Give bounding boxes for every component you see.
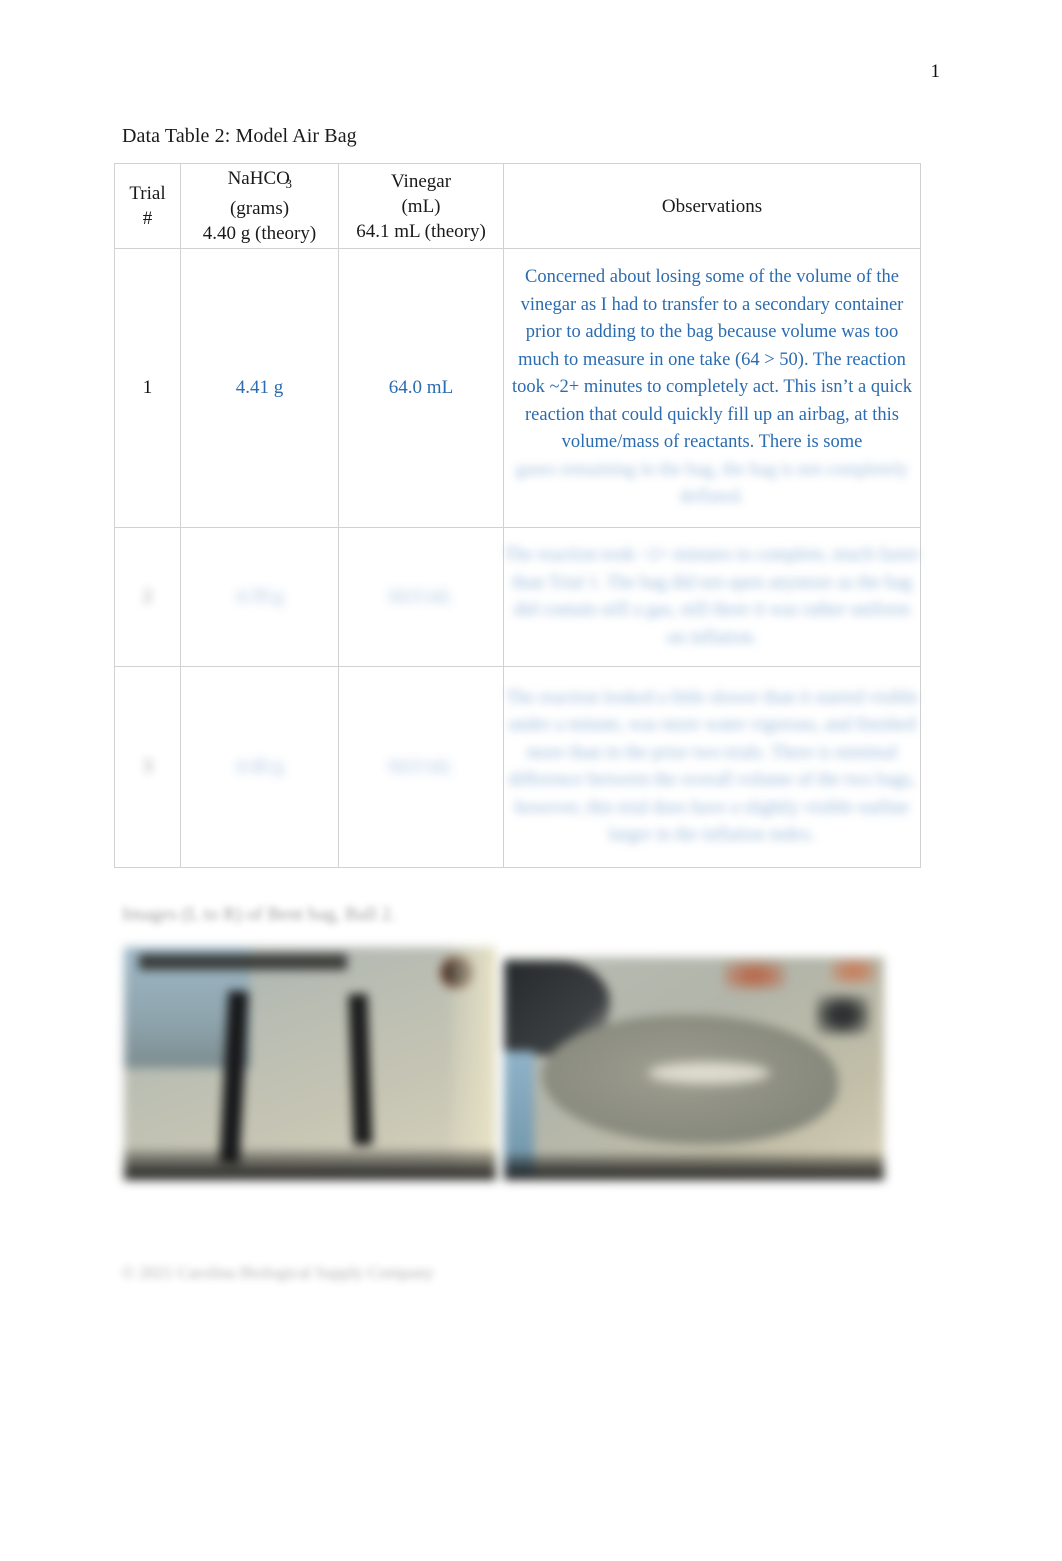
- figure-caption: Images (L to R) of Bent bag, Ball 2.: [122, 904, 396, 925]
- table-header-row: Trial # NaHCO3 (grams) 4.40 g (theory) V…: [114, 163, 921, 249]
- document-page: 1 Data Table 2: Model Air Bag Trial # Na…: [0, 0, 1062, 1561]
- cell-nahco3-mass[interactable]: 4.41 g: [180, 248, 339, 528]
- observations-text-blurred-tail: gases remaining in the bag, the bag is n…: [515, 459, 909, 508]
- column-header-nahco3: NaHCO3 (grams) 4.40 g (theory): [180, 163, 339, 249]
- nahco3-formula-subscript: 3: [285, 176, 292, 192]
- cell-trial-number: 3: [114, 666, 181, 868]
- photo-dark-base: [124, 1149, 496, 1180]
- column-header-nahco3-theory: 4.40 g (theory): [202, 223, 317, 245]
- column-header-vinegar-label: Vinegar: [390, 170, 452, 192]
- cell-nahco3-mass[interactable]: 4.40 g: [180, 666, 339, 868]
- photo-dark-blob: [815, 994, 869, 1036]
- column-header-trial-line1: Trial: [129, 183, 166, 204]
- column-header-trial-line2: #: [142, 208, 153, 229]
- page-number: 1: [930, 61, 941, 82]
- photo-dark-base: [504, 1155, 884, 1180]
- column-header-vinegar: Vinegar (mL) 64.1 mL (theory): [338, 163, 504, 249]
- table-row: 1 4.41 g 64.0 mL Concerned about losing …: [114, 248, 921, 528]
- cell-vinegar-volume[interactable]: 64.0 mL: [338, 666, 504, 868]
- column-header-vinegar-theory: 64.1 mL (theory): [356, 220, 486, 242]
- column-header-observations: Observations: [503, 163, 921, 249]
- table-row: 2 4.39 g 64.0 mL The reaction took ~2+ m…: [114, 527, 921, 667]
- column-header-nahco3-formula: NaHCO3: [181, 166, 338, 197]
- photo-dark-bar: [138, 953, 348, 971]
- cell-vinegar-volume[interactable]: 64.0 mL: [338, 527, 504, 667]
- cell-trial-number: 1: [114, 248, 181, 528]
- column-header-vinegar-units: (mL): [401, 195, 441, 217]
- footer-note: © 2021 Carolina Biological Supply Compan…: [122, 1263, 434, 1282]
- column-header-trial: Trial #: [114, 163, 181, 249]
- photo-pale-edge: [451, 947, 496, 1180]
- photo-highlight: [648, 1061, 770, 1085]
- cell-observations[interactable]: The reaction looked a little slower than…: [503, 666, 921, 868]
- cell-trial-number: 2: [114, 527, 181, 667]
- nahco3-formula-base: NaHCO: [227, 167, 290, 189]
- cell-nahco3-mass[interactable]: 4.39 g: [180, 527, 339, 667]
- data-table-2-model-air-bag: Trial # NaHCO3 (grams) 4.40 g (theory) V…: [114, 163, 921, 868]
- page-title: Data Table 2: Model Air Bag: [122, 125, 357, 147]
- table-header: Trial # NaHCO3 (grams) 4.40 g (theory) V…: [114, 163, 921, 249]
- column-header-nahco3-units: (grams): [229, 198, 290, 220]
- cell-observations[interactable]: Concerned about losing some of the volum…: [503, 248, 921, 528]
- cell-observations[interactable]: The reaction took ~2+ minutes to complet…: [503, 527, 921, 667]
- table-body: 1 4.41 g 64.0 mL Concerned about losing …: [114, 248, 921, 868]
- table-row: 3 4.40 g 64.0 mL The reaction looked a l…: [114, 666, 921, 868]
- photograph-left: [124, 947, 496, 1180]
- photo-warm-blob-2: [830, 959, 877, 984]
- cell-vinegar-volume[interactable]: 64.0 mL: [338, 248, 504, 528]
- photograph-right: [504, 957, 884, 1180]
- observations-text: Concerned about losing some of the volum…: [512, 267, 912, 453]
- photo-warm-blob-1: [724, 961, 786, 991]
